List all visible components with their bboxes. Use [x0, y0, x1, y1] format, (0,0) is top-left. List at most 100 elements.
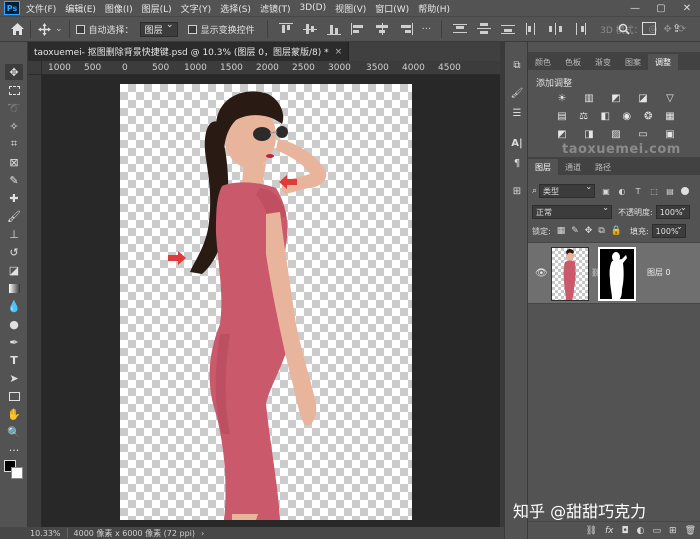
- menu-3d[interactable]: 3D(D): [299, 3, 326, 13]
- workspace-icon[interactable]: [642, 22, 656, 35]
- link-layers-icon[interactable]: ⛓: [586, 526, 597, 536]
- rectangle-tool-icon[interactable]: [5, 388, 23, 404]
- menu-edit[interactable]: 编辑(E): [65, 2, 96, 15]
- layer-mask-thumbnail[interactable]: [598, 247, 636, 301]
- eraser-tool-icon[interactable]: ◪: [5, 262, 23, 278]
- filter-type-icon[interactable]: T: [633, 186, 643, 196]
- history-panel-icon[interactable]: ⧉: [509, 58, 525, 72]
- distribute-right-icon[interactable]: [573, 23, 587, 35]
- visibility-eye-icon[interactable]: 👁: [535, 268, 548, 279]
- align-bottom-icon[interactable]: [326, 23, 341, 35]
- tab-paths[interactable]: 路径: [588, 159, 618, 175]
- threshold-icon[interactable]: ▨: [610, 128, 622, 140]
- delete-layer-icon[interactable]: 🗑: [685, 526, 696, 536]
- document-canvas[interactable]: [120, 84, 412, 520]
- distribute-vcenter-icon[interactable]: [477, 23, 492, 35]
- move-tool-icon[interactable]: ✥: [5, 64, 23, 80]
- menu-layer[interactable]: 图层(L): [142, 2, 172, 15]
- distribute-hcenter-icon[interactable]: [549, 23, 563, 35]
- hand-tool-icon[interactable]: ✋: [5, 406, 23, 422]
- layer-name[interactable]: 图层 0: [647, 267, 671, 278]
- marquee-tool-icon[interactable]: [5, 82, 23, 98]
- tab-color[interactable]: 颜色: [528, 54, 558, 70]
- tab-channels[interactable]: 通道: [558, 159, 588, 175]
- menu-type[interactable]: 文字(Y): [181, 2, 212, 15]
- more-tools-icon[interactable]: ···: [5, 442, 23, 458]
- filter-pixel-icon[interactable]: ▣: [601, 186, 611, 196]
- distribute-bottom-icon[interactable]: [501, 23, 516, 35]
- align-vcenter-icon[interactable]: [302, 23, 317, 35]
- invert-icon[interactable]: ◩: [556, 128, 568, 140]
- canvas-area[interactable]: [42, 75, 500, 527]
- more-options-icon[interactable]: ···: [422, 24, 432, 35]
- black-white-icon[interactable]: ◧: [599, 110, 611, 122]
- photo-filter-icon[interactable]: ◉: [621, 110, 633, 122]
- posterize-icon[interactable]: ◨: [583, 128, 595, 140]
- properties-panel-icon[interactable]: ☰: [509, 106, 525, 120]
- background-color-swatch[interactable]: [11, 467, 23, 479]
- menu-filter[interactable]: 滤镜(T): [260, 2, 291, 15]
- character-panel-icon[interactable]: A|: [509, 136, 525, 150]
- tab-swatches[interactable]: 色板: [558, 54, 588, 70]
- 3d-pan-icon[interactable]: ✥: [663, 24, 671, 35]
- history-brush-tool-icon[interactable]: ↺: [5, 244, 23, 260]
- menu-select[interactable]: 选择(S): [220, 2, 251, 15]
- new-layer-icon[interactable]: ⊞: [669, 526, 677, 536]
- search-icon[interactable]: [618, 23, 630, 38]
- tab-layers[interactable]: 图层: [528, 159, 558, 175]
- distribute-left-icon[interactable]: [525, 23, 539, 35]
- zoom-tool-icon[interactable]: 🔍: [5, 424, 23, 440]
- libraries-panel-icon[interactable]: ⊞: [509, 184, 525, 198]
- horizontal-ruler[interactable]: 1000 500 0 500 1000 1500 2000 2500 3000 …: [42, 61, 500, 75]
- zoom-level[interactable]: 10.33%: [30, 529, 61, 538]
- fill-field[interactable]: 100%: [651, 222, 686, 238]
- healing-brush-tool-icon[interactable]: ✚: [5, 190, 23, 206]
- brush-tool-icon[interactable]: 🖌: [5, 208, 23, 224]
- gradient-tool-icon[interactable]: [5, 280, 23, 296]
- magic-wand-tool-icon[interactable]: ✧: [5, 118, 23, 134]
- menu-image[interactable]: 图像(I): [105, 2, 133, 15]
- layer-kind-filter[interactable]: 类型: [539, 182, 596, 198]
- menu-help[interactable]: 帮助(H): [418, 2, 450, 15]
- menu-file[interactable]: 文件(F): [26, 2, 56, 15]
- new-adjustment-layer-icon[interactable]: ◐: [637, 526, 645, 536]
- gradient-map-icon[interactable]: ▭: [637, 128, 649, 140]
- hue-saturation-icon[interactable]: ▤: [556, 110, 568, 122]
- lock-artboard-icon[interactable]: ⧉: [598, 226, 604, 236]
- tab-patterns[interactable]: 图案: [618, 54, 648, 70]
- crop-tool-icon[interactable]: ⌗: [5, 136, 23, 152]
- type-tool-icon[interactable]: T: [5, 352, 23, 368]
- paragraph-panel-icon[interactable]: ¶: [509, 156, 525, 170]
- document-tab[interactable]: taoxuemei- 抠图删除背景快捷键.psd @ 10.3% (图层 0，图…: [28, 42, 350, 61]
- dodge-tool-icon[interactable]: ●: [5, 316, 23, 332]
- align-hcenter-icon[interactable]: [375, 23, 389, 35]
- menu-view[interactable]: 视图(V): [335, 2, 366, 15]
- distribute-top-icon[interactable]: [453, 23, 468, 35]
- show-transform-checkbox[interactable]: [187, 24, 197, 34]
- tab-gradients[interactable]: 渐变: [588, 54, 618, 70]
- filter-shape-icon[interactable]: ⬚: [649, 186, 659, 196]
- lock-all-icon[interactable]: 🔒: [611, 226, 622, 236]
- selective-color-icon[interactable]: ▣: [664, 128, 676, 140]
- align-right-icon[interactable]: [399, 23, 413, 35]
- home-icon[interactable]: [10, 22, 24, 36]
- status-arrow-icon[interactable]: ›: [201, 529, 204, 538]
- curves-icon[interactable]: ◩: [610, 92, 622, 104]
- share-icon[interactable]: ⇪: [672, 22, 681, 35]
- close-tab-icon[interactable]: ×: [335, 47, 343, 57]
- layer-thumbnail[interactable]: [551, 247, 589, 301]
- brightness-icon[interactable]: ☀: [556, 92, 568, 104]
- move-tool-icon[interactable]: [37, 22, 51, 36]
- add-mask-icon[interactable]: ◘: [622, 526, 629, 536]
- blend-mode-dropdown[interactable]: 正常: [532, 203, 612, 219]
- channel-mixer-icon[interactable]: ❂: [642, 110, 654, 122]
- pen-tool-icon[interactable]: ✒: [5, 334, 23, 350]
- vibrance-icon[interactable]: ▽: [664, 92, 676, 104]
- path-selection-tool-icon[interactable]: ➤: [5, 370, 23, 386]
- frame-tool-icon[interactable]: ⊠: [5, 154, 23, 170]
- layer-row[interactable]: 👁 ⛓ 图层 0: [528, 242, 700, 329]
- auto-select-checkbox[interactable]: [75, 24, 85, 34]
- vertical-ruler[interactable]: [28, 75, 42, 527]
- align-top-icon[interactable]: [278, 23, 293, 35]
- chevron-down-icon[interactable]: ⌄: [55, 24, 63, 34]
